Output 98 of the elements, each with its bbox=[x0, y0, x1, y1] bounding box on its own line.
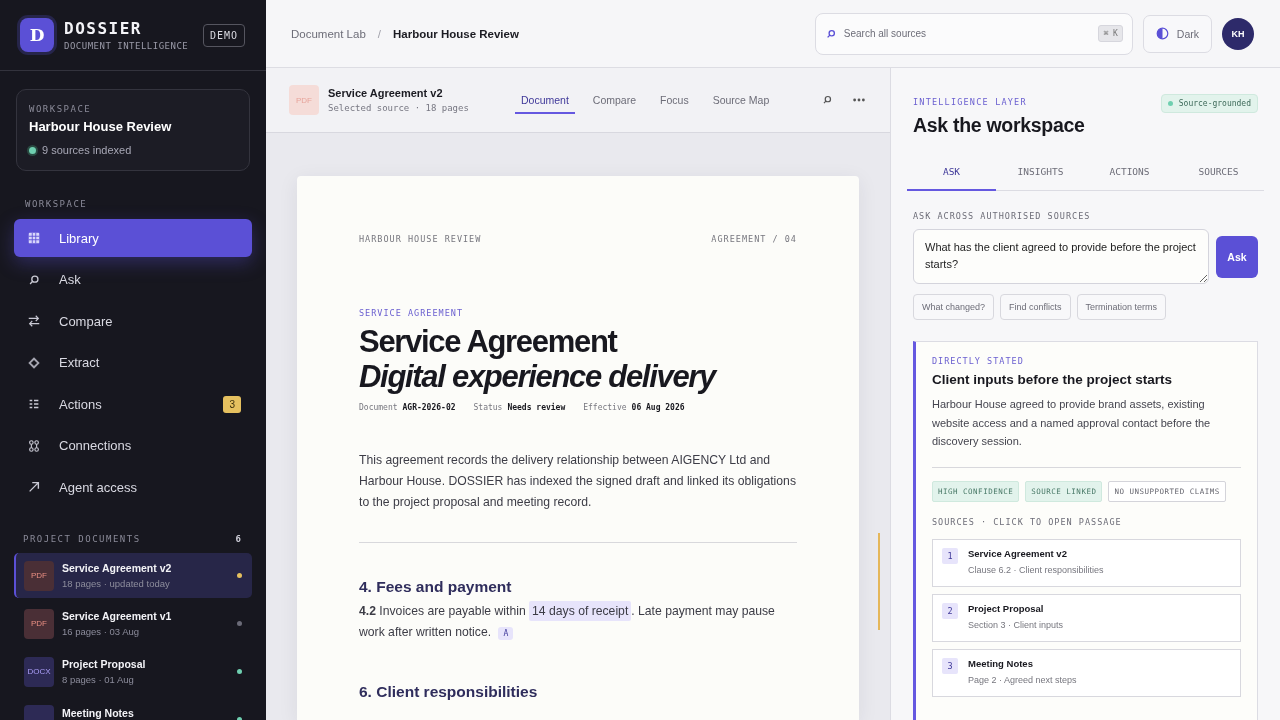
document-name: Meeting Notes bbox=[62, 706, 135, 719]
document-meta: 18 pages · updated today bbox=[62, 578, 171, 589]
view-tab[interactable]: Compare bbox=[586, 88, 643, 114]
meta-label: Status bbox=[473, 403, 503, 412]
meta-value: AGR-2026-02 bbox=[402, 403, 456, 412]
documents-heading: PROJECT DOCUMENTS bbox=[23, 534, 141, 544]
answer-title: Client inputs before the project starts bbox=[932, 372, 1174, 387]
swap-arrows-icon bbox=[27, 314, 41, 328]
panel-eyebrow: INTELLIGENCE LAYER bbox=[913, 97, 1028, 107]
arrow-icon bbox=[27, 480, 41, 494]
meta-label: Effective bbox=[583, 403, 627, 412]
question-field[interactable]: What has the client agreed to provide before the project starts? bbox=[913, 229, 1209, 284]
breadcrumb-link[interactable]: Document Lab bbox=[291, 27, 366, 40]
source-number: 3 bbox=[942, 657, 958, 674]
meta-label: Document bbox=[359, 403, 398, 412]
meta-value: 06 Aug 2026 bbox=[631, 403, 685, 412]
source-number: 2 bbox=[942, 602, 958, 619]
user-avatar[interactable]: KH bbox=[1222, 17, 1254, 50]
workspace-name: Harbour House Review bbox=[29, 119, 173, 134]
file-type-icon: PDF bbox=[24, 560, 54, 591]
theme-toggle-button[interactable]: Dark bbox=[1142, 14, 1212, 53]
view-tab[interactable]: Document bbox=[515, 88, 575, 114]
nav-item[interactable]: Agent access bbox=[14, 468, 252, 506]
breadcrumb-current: Harbour House Review bbox=[393, 27, 519, 40]
document-item[interactable]: PDF Service Agreement v2 18 pages · updated today bbox=[14, 553, 252, 598]
intro-paragraph: This agreement records the delivery relationship between AIGENCY Ltd and Harbour House. DOSSIER has indexed the signed draft and linked its obligations to the project proposal and meeting record. bbox=[359, 452, 797, 511]
view-tab[interactable]: Source Map bbox=[706, 88, 776, 114]
citation-link[interactable]: A bbox=[498, 627, 514, 640]
search-icon bbox=[27, 272, 41, 287]
view-tab[interactable]: Focus bbox=[654, 88, 695, 114]
source-detail: Section 3 · Client inputs bbox=[968, 619, 1064, 630]
breadcrumb-separator: / bbox=[377, 27, 381, 40]
half-circle-icon bbox=[1155, 27, 1169, 40]
suggestion-chip[interactable]: Find conflicts bbox=[1000, 294, 1071, 320]
document-item[interactable]: DOCX Project Proposal 8 pages · 01 Aug bbox=[14, 649, 252, 694]
panel-tab[interactable]: ASK bbox=[907, 156, 996, 191]
document-item[interactable]: PDF Service Agreement v1 16 pages · 03 Aug bbox=[14, 601, 252, 646]
panel-title: Ask the workspace bbox=[913, 114, 1085, 137]
source-detail: Clause 6.2 · Client responsibilities bbox=[968, 564, 1104, 575]
document-name: Project Proposal bbox=[62, 658, 147, 670]
answer-label: DIRECTLY STATED bbox=[932, 356, 1025, 366]
nav-item[interactable]: Ask bbox=[14, 260, 252, 299]
running-head: HARBOUR HOUSE REVIEW bbox=[359, 234, 482, 244]
source-title: Service Agreement v2 bbox=[968, 547, 1068, 559]
file-type-icon: DOCX bbox=[24, 656, 54, 687]
document-title: Service Agreement v2 bbox=[328, 87, 444, 99]
source-item[interactable]: 2 Project Proposal Section 3 · Client inputs bbox=[932, 593, 1241, 642]
nav-item[interactable]: Actions 3 bbox=[14, 385, 252, 423]
suggestion-chip[interactable]: What changed? bbox=[913, 294, 995, 320]
source-item[interactable]: 1 Service Agreement v2 Clause 6.2 · Client responsibilities bbox=[932, 538, 1241, 587]
logo-icon: D bbox=[20, 18, 54, 52]
source-number: 1 bbox=[942, 547, 958, 564]
nav-heading: WORKSPACE bbox=[25, 199, 89, 209]
grid-icon bbox=[27, 231, 41, 245]
section-heading: 6. Client responsibilities bbox=[359, 683, 539, 701]
suggestion-chip[interactable]: Termination terms bbox=[1076, 294, 1167, 320]
document-meta: 16 pages · 03 Aug bbox=[62, 626, 141, 637]
diamond-icon bbox=[27, 355, 41, 370]
count-badge: 3 bbox=[223, 395, 241, 413]
nav-item[interactable]: Extract bbox=[14, 343, 252, 382]
source-title: Meeting Notes bbox=[968, 657, 1034, 669]
demo-badge: DEMO bbox=[202, 23, 245, 47]
ask-button[interactable]: Ask bbox=[1216, 235, 1258, 278]
panel-tab[interactable]: ACTIONS bbox=[1085, 156, 1174, 191]
source-item[interactable]: 3 Meeting Notes Page 2 · Agreed next steps bbox=[932, 648, 1241, 697]
document-subtitle: Selected source · 18 pages bbox=[328, 103, 470, 113]
document-meta: 8 pages · 01 Aug bbox=[62, 674, 135, 685]
status-dot bbox=[29, 146, 36, 154]
section-heading: 4. Fees and payment bbox=[359, 578, 513, 596]
grounded-badge: Source-grounded bbox=[1160, 94, 1258, 113]
sources-status: 9 sources indexed bbox=[42, 144, 132, 156]
answer-text: Harbour House agreed to provide brand assets, existing website access and a named approval contact before the discovery session. bbox=[932, 395, 1241, 468]
source-title: Project Proposal bbox=[968, 602, 1045, 614]
brand-name: DOSSIER bbox=[64, 19, 143, 38]
document-heading: Service Agreement bbox=[359, 324, 617, 359]
field-label: ASK ACROSS AUTHORISED SOURCES bbox=[913, 211, 1092, 221]
documents-count: 6 bbox=[235, 534, 241, 544]
sources-label: SOURCES · CLICK TO OPEN PASSAGE bbox=[932, 516, 1123, 527]
document-name: Service Agreement v2 bbox=[62, 562, 173, 574]
source-detail: Page 2 · Agreed next steps bbox=[968, 674, 1077, 685]
document-name: Service Agreement v1 bbox=[62, 610, 173, 622]
meta-value: Needs review bbox=[507, 403, 566, 412]
workspace-card[interactable]: WORKSPACE Harbour House Review 9 sources indexed bbox=[16, 89, 250, 171]
brand-tagline: DOCUMENT INTELLIGENCE bbox=[64, 41, 190, 51]
document-subheading: Digital experience delivery bbox=[359, 359, 718, 394]
panel-tab[interactable]: SOURCES bbox=[1174, 156, 1263, 191]
panel-tab[interactable]: INSIGHTS bbox=[996, 156, 1085, 191]
workspace-label: WORKSPACE bbox=[29, 104, 93, 114]
document-item[interactable]: Meeting Notes bbox=[14, 697, 252, 720]
page-reference: AGREEMENT / 04 bbox=[711, 234, 797, 244]
chain-icon bbox=[27, 438, 41, 453]
list-icon bbox=[27, 397, 41, 411]
document-eyebrow: SERVICE AGREEMENT bbox=[359, 308, 464, 318]
file-type-icon: PDF bbox=[24, 608, 54, 639]
nav-item[interactable]: Library bbox=[14, 219, 252, 257]
nav-item[interactable]: Compare bbox=[14, 302, 252, 340]
clause-paragraph: 4.2 Invoices are payable within 14 days of receipt . Late payment may pause work after written notice. A bbox=[359, 601, 797, 643]
nav-item[interactable]: Connections bbox=[14, 426, 252, 465]
